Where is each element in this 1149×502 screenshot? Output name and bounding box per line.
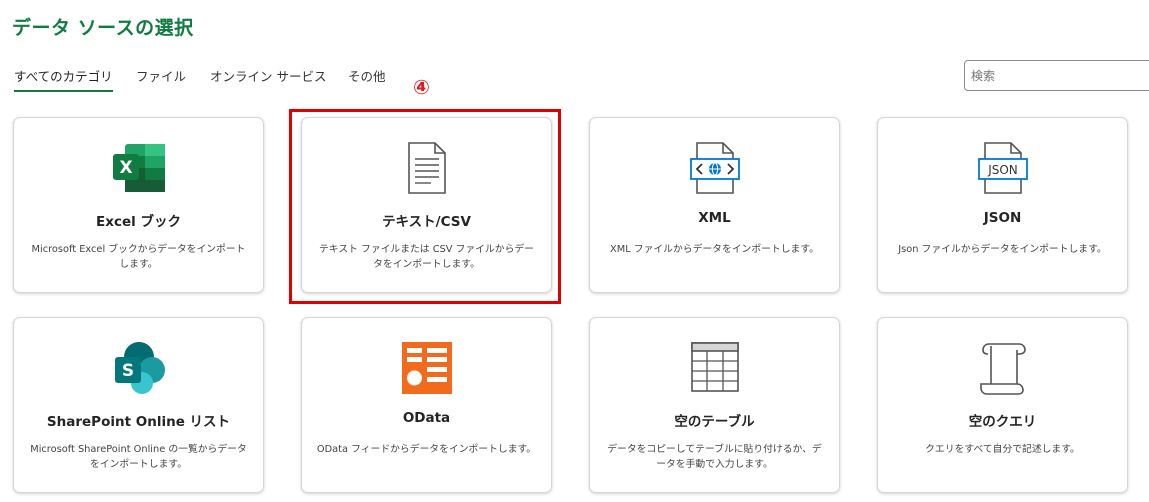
card-xml[interactable]: XML XML ファイルからデータをインポートします。 — [589, 117, 840, 293]
query-scroll-icon — [973, 340, 1033, 396]
card-title: OData — [402, 410, 451, 426]
card-title: 空のクエリ — [968, 414, 1037, 430]
table-icon — [685, 340, 745, 396]
search-box — [964, 60, 1149, 91]
card-json[interactable]: JSON JSON Json ファイルからデータをインポートします。 — [877, 117, 1128, 293]
card-description: OData フィードからデータをインポートします。 — [316, 444, 537, 455]
svg-text:S: S — [121, 361, 133, 381]
card-description: Json ファイルからデータをインポートします。 — [898, 244, 1107, 255]
tab-file[interactable]: ファイル — [136, 66, 186, 92]
card-title: JSON — [983, 210, 1022, 226]
odata-icon — [397, 340, 457, 396]
card-sharepoint-online-list[interactable]: S SharePoint Online リスト Microsoft ShareP… — [13, 317, 264, 493]
card-title: XML — [698, 210, 731, 226]
card-description: クエリをすべて自分で記述します。 — [925, 444, 1080, 455]
card-description: Microsoft Excel ブックからデータをインポートします。 — [31, 244, 246, 270]
card-blank-table[interactable]: 空のテーブル データをコピーしてテーブルに貼り付けるか、データを手動で入力します… — [589, 317, 840, 493]
card-odata[interactable]: OData OData フィードからデータをインポートします。 — [301, 317, 552, 493]
tab-all-categories[interactable]: すべてのカテゴリ — [14, 66, 113, 92]
sharepoint-icon: S — [109, 340, 169, 396]
card-title: 空のテーブル — [674, 414, 755, 430]
annotation-highlight-box — [289, 109, 561, 304]
search-input[interactable] — [965, 61, 1149, 90]
excel-icon: X — [109, 140, 169, 196]
annotation-step-number: ④ — [413, 75, 430, 99]
page-title: データ ソースの選択 — [12, 17, 194, 39]
card-description: データをコピーしてテーブルに貼り付けるか、データを手動で入力します。 — [607, 444, 822, 470]
card-description: Microsoft SharePoint Online の一覧からデータをインポ… — [30, 444, 247, 470]
card-description: XML ファイルからデータをインポートします。 — [610, 244, 819, 255]
svg-text:JSON: JSON — [987, 163, 1018, 177]
card-excel-workbook[interactable]: X Excel ブック Microsoft Excel ブックからデータをインポ… — [13, 117, 264, 293]
card-blank-query[interactable]: 空のクエリ クエリをすべて自分で記述します。 — [877, 317, 1128, 493]
card-title: Excel ブック — [96, 214, 181, 230]
card-title: SharePoint Online リスト — [46, 414, 231, 430]
tab-other[interactable]: その他 — [348, 66, 386, 92]
tab-online-services[interactable]: オンライン サービス — [210, 66, 326, 92]
svg-text:X: X — [119, 158, 132, 178]
json-file-icon: JSON — [973, 140, 1033, 196]
xml-file-icon — [685, 140, 745, 196]
